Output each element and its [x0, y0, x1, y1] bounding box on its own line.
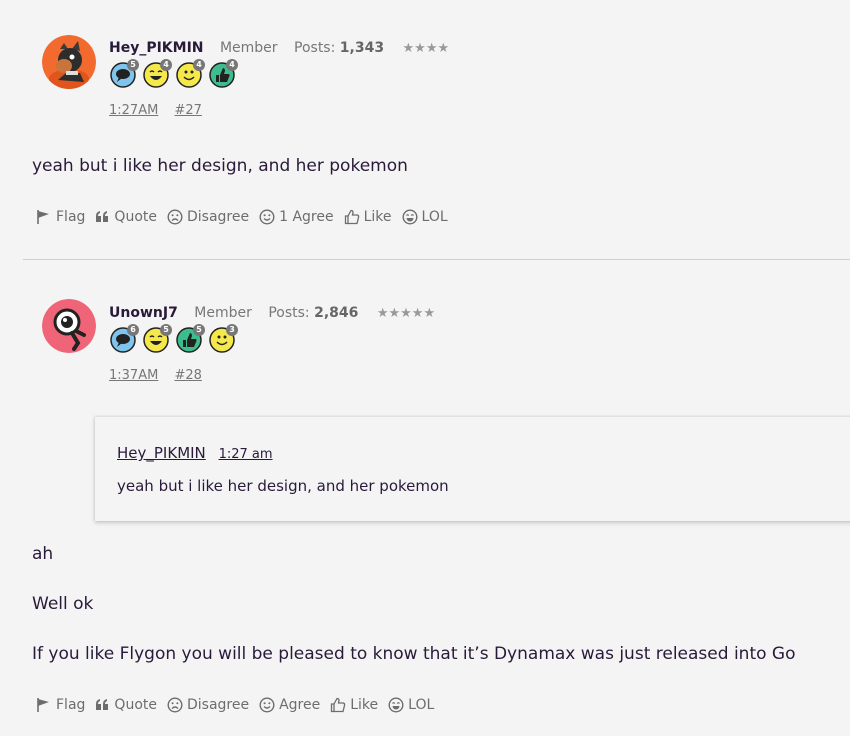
quote-label: Quote [114, 697, 157, 713]
post-divider [23, 259, 850, 260]
lol-label: LOL [408, 697, 435, 713]
laugh-face-icon [388, 697, 404, 713]
post-meta: 1:27AM #27 [109, 103, 214, 118]
badge-count: 3 [226, 324, 238, 336]
lol-button[interactable]: LOL [402, 209, 448, 225]
badge-count: 5 [127, 59, 139, 71]
post-time-link[interactable]: 1:27AM [109, 103, 158, 118]
user-role: Member [219, 40, 278, 56]
disagree-button[interactable]: Disagree [167, 697, 249, 713]
disagree-label: Disagree [186, 697, 250, 713]
badge-count: 5 [193, 324, 205, 336]
agree-button[interactable]: 1 Agree [259, 209, 334, 225]
quote-time-link[interactable]: 1:27 am [219, 447, 273, 462]
post-actions: Flag Quote Disagree 1 Agree Like LOL [36, 209, 448, 225]
post-body-text: ah [32, 544, 54, 564]
posts-label: Posts: [268, 305, 310, 321]
author-name[interactable]: Hey_PIKMIN [109, 40, 204, 56]
flag-label: Flag [56, 209, 86, 225]
quote-icon [96, 699, 109, 710]
flag-icon [37, 210, 49, 224]
post-time-link[interactable]: 1:37AM [109, 368, 158, 383]
thumbs-up-icon[interactable]: 4 [209, 59, 238, 88]
post-meta: 1:37AM #28 [109, 368, 214, 383]
laughing-face-icon[interactable]: 4 [143, 59, 172, 88]
author-line: Hey_PIKMIN Member Posts: 1,343 ★★★★ [109, 40, 449, 56]
post-permalink[interactable]: #28 [174, 368, 201, 383]
post-body-text: yeah but i like her design, and her poke… [32, 156, 408, 176]
flag-button[interactable]: Flag [36, 209, 85, 225]
post-body-text: If you like Flygon you will be pleased t… [32, 644, 796, 664]
flag-label: Flag [56, 697, 86, 713]
frown-face-icon [167, 697, 183, 713]
flag-icon [37, 698, 49, 712]
badge-count: 4 [193, 59, 205, 71]
rank-stars: ★★★★★ [376, 306, 436, 321]
author-line: UnownJ7 Member Posts: 2,846 ★★★★★ [109, 305, 435, 321]
smile-face-icon [259, 209, 275, 225]
smiley-face-icon[interactable]: 4 [176, 59, 205, 88]
posts-count: 1,343 [339, 40, 385, 56]
like-label: Like [350, 697, 379, 713]
like-label: Like [363, 209, 392, 225]
posts-label: Posts: [294, 40, 336, 56]
badge-count: 5 [160, 324, 172, 336]
avatar[interactable] [42, 299, 96, 353]
quote-author-link[interactable]: Hey_PIKMIN [117, 444, 206, 462]
smiley-face-icon[interactable]: 3 [209, 324, 238, 353]
lol-button[interactable]: LOL [388, 697, 434, 713]
badge-row: 6 5 5 3 [110, 324, 238, 353]
like-button[interactable]: Like [344, 209, 392, 225]
lol-label: LOL [421, 209, 448, 225]
quote-button[interactable]: Quote [95, 697, 157, 713]
laughing-face-icon[interactable]: 5 [143, 324, 172, 353]
frown-face-icon [167, 209, 183, 225]
user-role: Member [194, 305, 252, 321]
quote-text: yeah but i like her design, and her poke… [117, 477, 449, 495]
rank-stars: ★★★★ [402, 41, 450, 56]
disagree-label: Disagree [186, 209, 250, 225]
laugh-face-icon [402, 209, 418, 225]
badge-count: 4 [226, 59, 238, 71]
quote-label: Quote [114, 209, 157, 225]
agree-button[interactable]: Agree [259, 697, 320, 713]
badge-count: 6 [127, 324, 139, 336]
flag-button[interactable]: Flag [36, 697, 85, 713]
post-permalink[interactable]: #27 [174, 103, 201, 118]
smile-face-icon [259, 697, 275, 713]
quote-block: Hey_PIKMIN 1:27 am yeah but i like her d… [95, 416, 850, 521]
quote-header: Hey_PIKMIN 1:27 am [117, 444, 273, 462]
like-button[interactable]: Like [330, 697, 378, 713]
agree-label: Agree [279, 697, 321, 713]
author-name[interactable]: UnownJ7 [109, 305, 178, 321]
avatar[interactable] [42, 35, 96, 89]
speech-bubble-icon[interactable]: 6 [110, 324, 139, 353]
speech-bubble-icon[interactable]: 5 [110, 59, 139, 88]
thumbs-up-outline-icon [344, 209, 359, 225]
agree-label: 1 Agree [279, 209, 334, 225]
badge-row: 5 4 4 4 [110, 59, 238, 88]
posts-count: 2,846 [314, 305, 359, 321]
badge-count: 4 [160, 59, 172, 71]
post-body-text: Well ok [32, 594, 94, 614]
quote-icon [96, 211, 109, 222]
thumbs-up-outline-icon [331, 697, 346, 713]
disagree-button[interactable]: Disagree [167, 209, 249, 225]
quote-button[interactable]: Quote [95, 209, 157, 225]
post-actions: Flag Quote Disagree Agree Like LOL [36, 697, 434, 713]
thumbs-up-icon[interactable]: 5 [176, 324, 205, 353]
